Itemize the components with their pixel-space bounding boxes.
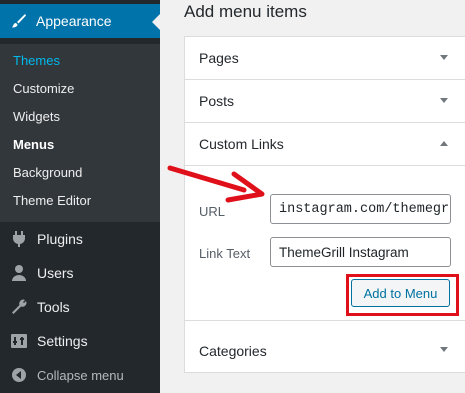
sidebar-item-settings[interactable]: Settings [0, 324, 160, 358]
sidebar-item-label: Settings [37, 333, 88, 349]
section-label: Custom Links [199, 136, 284, 152]
sidebar-item-appearance[interactable]: Appearance [0, 4, 160, 38]
link-text-input[interactable]: ThemeGrill Instagram [270, 237, 451, 267]
sidebar-item-label: Appearance [36, 13, 112, 29]
annotation-arrow-icon [167, 165, 265, 203]
collapse-arrow-icon [10, 366, 28, 384]
paintbrush-icon [11, 13, 27, 29]
settings-icon [10, 332, 28, 350]
submenu-customize[interactable]: Customize [13, 81, 74, 96]
wrench-icon [10, 298, 28, 316]
submenu-background[interactable]: Background [13, 165, 82, 180]
expand-arrow-icon[interactable] [440, 347, 448, 352]
sidebar-item-plugins[interactable]: Plugins [0, 222, 160, 256]
submenu-widgets[interactable]: Widgets [13, 109, 60, 124]
expand-arrow-icon[interactable] [440, 98, 448, 103]
url-input[interactable]: instagram.com/themegrill [270, 194, 451, 224]
submenu-theme-editor[interactable]: Theme Editor [13, 193, 91, 208]
appearance-submenu: Themes Customize Widgets Menus Backgroun… [0, 44, 160, 222]
users-icon [10, 264, 28, 282]
section-categories[interactable]: Categories [185, 329, 465, 372]
admin-sidebar: Appearance Themes Customize Widgets Menu… [0, 0, 160, 393]
section-label: Categories [199, 342, 267, 359]
page-title: Add menu items [184, 2, 307, 21]
sidebar-item-label: Tools [37, 299, 70, 315]
link-text-label: Link Text [199, 246, 251, 261]
current-menu-indicator [152, 14, 160, 30]
collapse-arrow-icon[interactable] [440, 141, 448, 146]
sidebar-item-users[interactable]: Users [0, 256, 160, 290]
sidebar-item-label: Users [37, 265, 74, 281]
section-pages[interactable]: Pages [185, 37, 465, 80]
sidebar-item-tools[interactable]: Tools [0, 290, 160, 324]
submenu-themes[interactable]: Themes [13, 53, 60, 68]
section-label: Pages [199, 50, 239, 66]
section-label: Posts [199, 93, 235, 109]
section-posts[interactable]: Posts [185, 80, 465, 123]
annotation-highlight-box [346, 274, 459, 316]
collapse-menu-button[interactable]: Collapse menu [0, 358, 160, 392]
expand-arrow-icon[interactable] [440, 55, 448, 60]
submenu-menus[interactable]: Menus [13, 137, 54, 152]
collapse-menu-label: Collapse menu [37, 367, 124, 383]
sidebar-item-label: Plugins [37, 231, 83, 247]
plugin-icon [10, 230, 28, 248]
